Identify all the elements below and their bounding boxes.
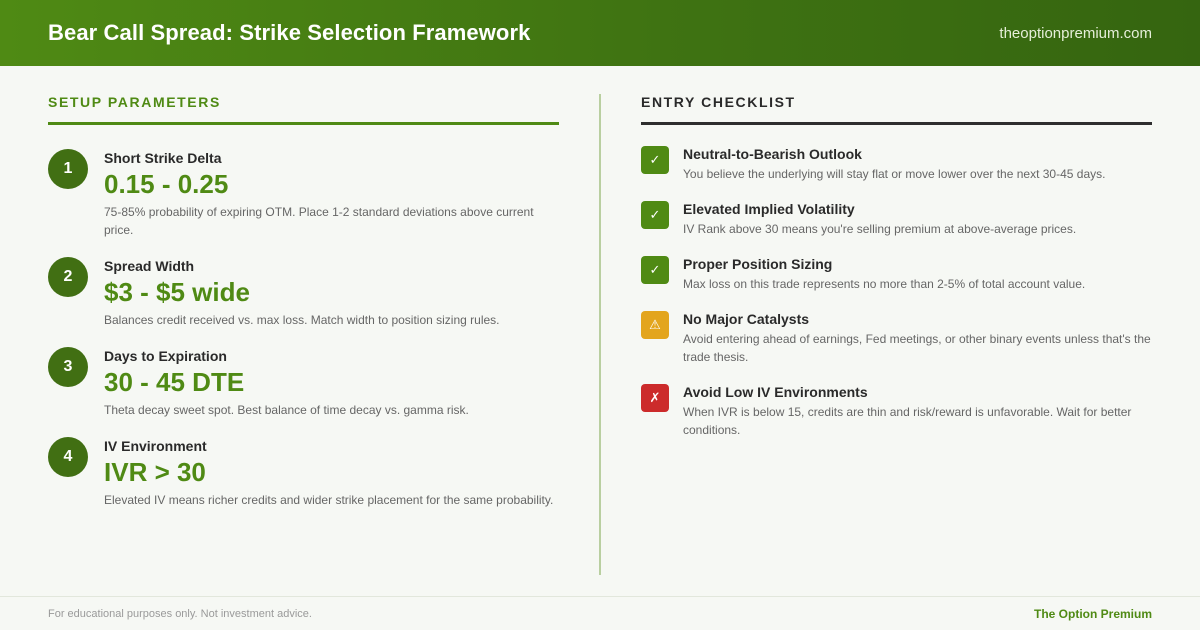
parameter-label: Spread Width [104, 258, 195, 274]
parameter-description: Balances credit received vs. max loss. M… [104, 313, 500, 327]
checklist-item-implied-volatility: ✓ Elevated Implied Volatility IV Rank ab… [641, 200, 1152, 238]
parameter-item-days-to-expiration: 3 Days to Expiration 30 - 45 DTE Theta d… [48, 347, 559, 419]
checklist-description: IV Rank above 30 means you're selling pr… [683, 222, 1077, 236]
step-number-badge: 2 [48, 257, 88, 297]
parameter-item-spread-width: 2 Spread Width $3 - $5 wide Balances cre… [48, 257, 559, 329]
parameter-value: IVR > 30 [104, 457, 206, 487]
parameter-value: 30 - 45 DTE [104, 367, 245, 397]
checklist-item-outlook: ✓ Neutral-to-Bearish Outlook You believe… [641, 145, 1152, 183]
warning-icon: ⚠ [641, 311, 669, 339]
check-icon: ✓ [641, 256, 669, 284]
checklist-description: You believe the underlying will stay fla… [683, 167, 1106, 181]
parameter-item-iv-environment: 4 IV Environment IVR > 30 Elevated IV me… [48, 437, 559, 509]
disclaimer-text: For educational purposes only. Not inves… [48, 607, 312, 620]
step-number-badge: 4 [48, 437, 88, 477]
site-url[interactable]: theoptionpremium.com [999, 25, 1152, 42]
checklist-item-catalysts: ⚠ No Major Catalysts Avoid entering ahea… [641, 310, 1152, 366]
entry-checklist-heading: ENTRY CHECKLIST [641, 94, 1152, 125]
checklist-label: Proper Position Sizing [683, 256, 833, 272]
page-footer: For educational purposes only. Not inves… [0, 596, 1200, 630]
checklist-label: Avoid Low IV Environments [683, 384, 868, 400]
setup-parameters-heading: SETUP PARAMETERS [48, 94, 559, 125]
checklist-item-position-sizing: ✓ Proper Position Sizing Max loss on thi… [641, 255, 1152, 293]
parameter-description: Elevated IV means richer credits and wid… [104, 493, 554, 507]
check-icon: ✓ [641, 201, 669, 229]
setup-parameters-section: SETUP PARAMETERS 1 Short Strike Delta 0.… [48, 94, 559, 509]
parameter-item-short-strike-delta: 1 Short Strike Delta 0.15 - 0.25 75-85% … [48, 149, 559, 239]
checklist-label: No Major Catalysts [683, 311, 810, 327]
parameter-description: 75-85% probability of expiring OTM. Plac… [104, 205, 534, 237]
checklist-description: When IVR is below 15, credits are thin a… [683, 405, 1132, 437]
parameter-description: Theta decay sweet spot. Best balance of … [104, 403, 469, 417]
page-header: Bear Call Spread: Strike Selection Frame… [0, 0, 1200, 66]
column-divider [599, 94, 601, 575]
step-number-badge: 1 [48, 149, 88, 189]
parameter-value: 0.15 - 0.25 [104, 169, 229, 199]
parameter-label: IV Environment [104, 438, 207, 454]
parameter-value: $3 - $5 wide [104, 277, 250, 307]
check-icon: ✓ [641, 146, 669, 174]
cross-icon: ✗ [641, 384, 669, 412]
brand-name[interactable]: The Option Premium [1034, 607, 1152, 621]
step-number-badge: 3 [48, 347, 88, 387]
entry-checklist-section: ENTRY CHECKLIST ✓ Neutral-to-Bearish Out… [641, 94, 1152, 439]
checklist-description: Max loss on this trade represents no mor… [683, 277, 1086, 291]
checklist-label: Elevated Implied Volatility [683, 201, 855, 217]
page-title: Bear Call Spread: Strike Selection Frame… [48, 20, 531, 45]
checklist-item-low-iv: ✗ Avoid Low IV Environments When IVR is … [641, 383, 1152, 439]
checklist-label: Neutral-to-Bearish Outlook [683, 146, 862, 162]
parameter-label: Days to Expiration [104, 348, 227, 364]
parameter-label: Short Strike Delta [104, 150, 222, 166]
checklist-description: Avoid entering ahead of earnings, Fed me… [683, 332, 1151, 364]
